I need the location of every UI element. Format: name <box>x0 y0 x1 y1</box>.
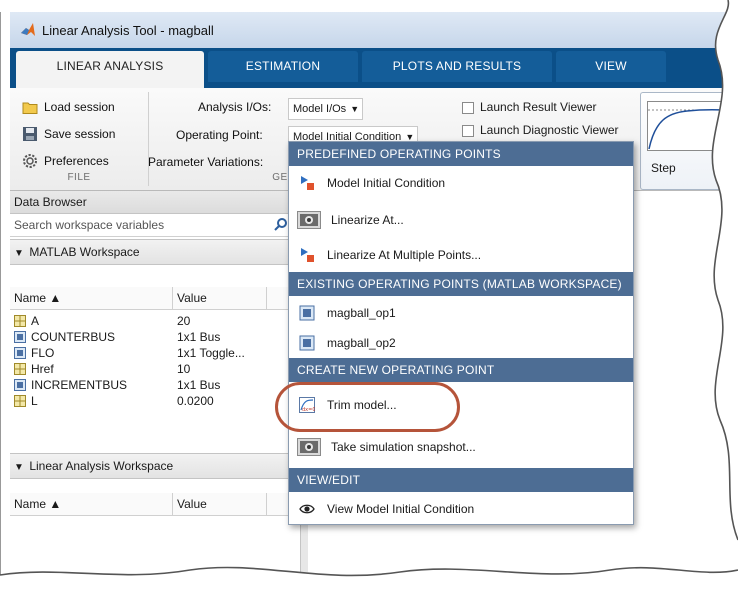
tab-estimation[interactable]: ESTIMATION <box>208 51 358 82</box>
value-column-header[interactable]: Value <box>172 287 207 309</box>
object-icon <box>14 331 26 343</box>
step-label: Step <box>651 161 676 175</box>
tab-plots-and-results[interactable]: PLOTS AND RESULTS <box>362 51 552 82</box>
menu-item-view-model-initial-condition[interactable]: View Model Initial Condition <box>289 494 633 524</box>
model-op-icon <box>301 248 314 262</box>
step-response-icon <box>647 101 727 151</box>
matrix-icon <box>14 395 26 407</box>
object-icon <box>14 379 26 391</box>
trim-icon: dx=0 <box>299 397 315 413</box>
operating-point-label: Operating Point: <box>176 128 263 142</box>
menu-item-take-simulation-snapshot[interactable]: Take simulation snapshot... <box>289 432 633 462</box>
menu-item-model-initial-condition[interactable]: Model Initial Condition <box>289 168 633 198</box>
model-op-icon <box>301 176 314 190</box>
search-icon <box>274 218 287 231</box>
step-plot-button[interactable]: Step <box>640 92 728 190</box>
value-column-header[interactable]: Value <box>172 493 207 515</box>
table-row[interactable]: INCREMENTBUS 1x1 Bus <box>10 377 300 393</box>
object-icon <box>299 335 315 351</box>
ribbon-tabs: LINEAR ANALYSIS ESTIMATION PLOTS AND RES… <box>10 48 728 88</box>
camera-icon <box>297 438 321 456</box>
name-column-header[interactable]: Name ▲ <box>14 287 61 309</box>
title-bar: Linear Analysis Tool - magball <box>10 12 728 48</box>
window-title: Linear Analysis Tool - magball <box>42 23 214 38</box>
menu-item-linearize-at[interactable]: Linearize At... <box>289 205 633 235</box>
eye-icon <box>299 504 315 514</box>
create-new-operating-point-header: CREATE NEW OPERATING POINT <box>289 358 633 382</box>
data-browser: Data Browser Search workspace variables … <box>10 191 304 572</box>
object-icon <box>14 347 26 359</box>
table-row[interactable]: A 20 <box>10 313 300 329</box>
menu-item-trim-model[interactable]: dx=0 Trim model... <box>289 388 633 422</box>
matlab-workspace-columns: Name ▲ Value <box>10 287 300 310</box>
linear-analysis-workspace-columns: Name ▲ Value <box>10 493 300 516</box>
matlab-logo-icon <box>21 23 35 36</box>
table-row[interactable]: COUNTERBUS 1x1 Bus <box>10 329 300 345</box>
screenshot: Linear Analysis Tool - magball LINEAR AN… <box>0 0 738 590</box>
view-edit-header: VIEW/EDIT <box>289 468 633 492</box>
gear-icon <box>23 154 37 168</box>
linear-analysis-workspace-header[interactable]: ▼ Linear Analysis Workspace <box>10 453 304 479</box>
triangle-down-icon: ▼ <box>14 462 24 473</box>
table-row[interactable]: L 0.0200 <box>10 393 300 409</box>
matrix-icon <box>14 315 26 327</box>
existing-operating-points-header: EXISTING OPERATING POINTS (MATLAB WORKSP… <box>289 272 633 296</box>
ribbon-separator <box>148 92 149 186</box>
operating-point-menu: PREDEFINED OPERATING POINTS Model Initia… <box>288 141 634 525</box>
folder-icon <box>22 102 38 114</box>
file-section-label: FILE <box>67 172 91 183</box>
menu-item-linearize-at-multiple-points[interactable]: Linearize At Multiple Points... <box>289 240 633 270</box>
search-input[interactable]: Search workspace variables <box>10 214 294 237</box>
menu-item-magball-op1[interactable]: magball_op1 <box>289 298 633 328</box>
parameter-variations-label: Parameter Variations: <box>148 155 264 169</box>
camera-icon <box>297 211 321 229</box>
object-icon <box>299 305 315 321</box>
triangle-down-icon: ▼ <box>14 248 24 259</box>
tab-linear-analysis[interactable]: LINEAR ANALYSIS <box>16 51 204 88</box>
save-icon <box>23 127 37 141</box>
table-row[interactable]: FLO 1x1 Toggle... <box>10 345 300 361</box>
table-row[interactable]: Href 10 <box>10 361 300 377</box>
chevron-down-icon: ▼ <box>350 104 360 114</box>
name-column-header[interactable]: Name ▲ <box>14 493 61 515</box>
data-browser-title: Data Browser <box>10 191 304 214</box>
analysis-ios-label: Analysis I/Os: <box>198 100 272 114</box>
menu-item-magball-op2[interactable]: magball_op2 <box>289 328 633 358</box>
matrix-icon <box>14 363 26 375</box>
matlab-workspace-header[interactable]: ▼ MATLAB Workspace <box>10 239 304 265</box>
predefined-operating-points-header: PREDEFINED OPERATING POINTS <box>289 142 633 166</box>
svg-text:dx=0: dx=0 <box>302 407 315 413</box>
analysis-ios-dropdown[interactable]: Model I/Os ▼ <box>288 98 364 120</box>
tab-view[interactable]: VIEW <box>556 51 666 82</box>
